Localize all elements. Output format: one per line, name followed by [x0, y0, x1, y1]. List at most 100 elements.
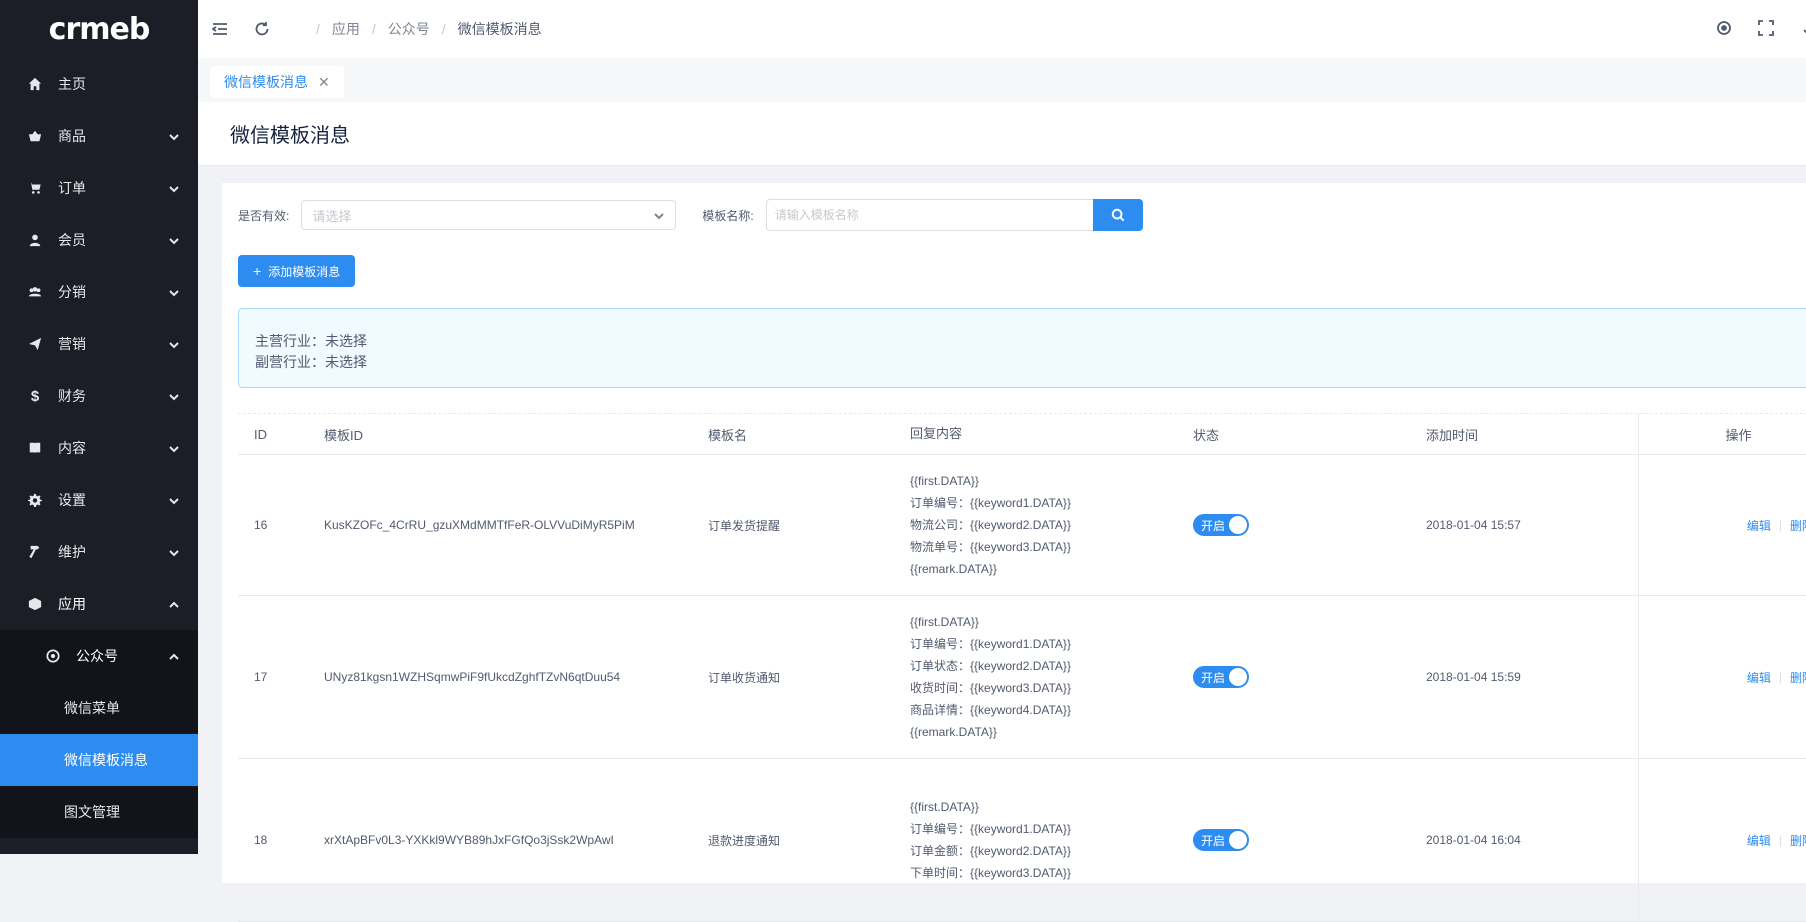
- sidebar-item-home[interactable]: 主页: [0, 58, 198, 110]
- switch-knob: [1229, 668, 1247, 686]
- cell-name: 订单收货通知: [708, 670, 781, 685]
- gear-icon: [26, 491, 44, 509]
- sidebar-item-members[interactable]: 会员: [0, 214, 198, 266]
- submenu-apps: 公众号 微信菜单 微信模板消息 图文管理: [0, 630, 198, 838]
- hammer-icon: [26, 543, 44, 561]
- cell-name: 订单发货提醒: [708, 518, 781, 533]
- close-icon[interactable]: ✕: [318, 74, 330, 91]
- content-line: 下单时间：{{keyword3.DATA}}: [910, 866, 1071, 880]
- content-line: 商品详情：{{keyword4.DATA}}: [910, 703, 1071, 717]
- divider: |: [1778, 833, 1782, 847]
- secondary-industry: 副营行业：未选择: [255, 354, 367, 370]
- sidebar-item-wechat-template[interactable]: 微信模板消息: [0, 734, 198, 786]
- column-header-content: 回复内容: [910, 426, 963, 441]
- sidebar-item-news-management[interactable]: 图文管理: [0, 786, 198, 838]
- sidebar-item-marketing[interactable]: 营销: [0, 318, 198, 370]
- logo[interactable]: crmeb: [0, 0, 198, 58]
- fullscreen-icon[interactable]: [1756, 18, 1776, 38]
- sidebar-item-wechat[interactable]: 公众号: [0, 630, 198, 682]
- sidebar-item-label: 图文管理: [64, 804, 120, 820]
- dollar-icon: $: [30, 387, 40, 405]
- status-switch[interactable]: 开启: [1193, 829, 1249, 851]
- chevron-down-icon: [168, 338, 180, 350]
- switch-label: 开启: [1201, 518, 1226, 533]
- cell-time: 2018-01-04 16:04: [1426, 833, 1521, 847]
- refresh-icon[interactable]: [252, 19, 272, 39]
- sidebar-item-label: 维护: [58, 544, 86, 560]
- menu-fold-icon[interactable]: [210, 19, 230, 39]
- switch-knob: [1229, 516, 1247, 534]
- more-icon[interactable]: [1798, 18, 1806, 38]
- chevron-up-icon: [168, 598, 180, 610]
- edit-link[interactable]: 编辑: [1747, 517, 1771, 534]
- basket-icon: [26, 127, 44, 145]
- sidebar-item-distribution[interactable]: 分销: [0, 266, 198, 318]
- cell-actions: 编辑 | 删除: [1638, 455, 1806, 595]
- column-header-actions: 操作: [1638, 414, 1806, 454]
- sidebar-item-label: 财务: [58, 388, 86, 404]
- search-button[interactable]: [1092, 199, 1143, 231]
- chevron-down-icon: [168, 442, 180, 454]
- breadcrumb-item[interactable]: 公众号: [388, 19, 430, 39]
- send-icon: [26, 335, 44, 353]
- breadcrumb: / 应用 / 公众号 / 微信模板消息: [304, 19, 542, 39]
- cell-status: 开启: [1177, 666, 1410, 688]
- content-line: 订单状态：{{keyword2.DATA}}: [910, 659, 1071, 673]
- status-switch[interactable]: 开启: [1193, 666, 1249, 688]
- table-header: ID 模板ID 模板名 回复内容 状态 添加时间 操作: [238, 414, 1806, 455]
- chevron-down-icon: [168, 494, 180, 506]
- sidebar-item-apps[interactable]: 应用: [0, 578, 198, 630]
- sidebar-item-label: 设置: [58, 492, 86, 508]
- sidebar-item-settings[interactable]: 设置: [0, 474, 198, 526]
- tab-wechat-template[interactable]: 微信模板消息 ✕: [210, 66, 344, 98]
- industry-notice: 主营行业：未选择 副营行业：未选择: [238, 308, 1806, 388]
- record-icon[interactable]: [1714, 18, 1734, 38]
- cell-content: {{first.DATA}} 订单编号：{{keyword1.DATA}} 订单…: [894, 796, 1177, 884]
- breadcrumb-separator: /: [316, 21, 320, 37]
- sidebar-item-maintenance[interactable]: 维护: [0, 526, 198, 578]
- tab-bar: 微信模板消息 ✕: [198, 58, 1806, 102]
- breadcrumb-separator: /: [441, 21, 446, 37]
- sidebar-item-wechat-menu[interactable]: 微信菜单: [0, 682, 198, 734]
- column-header-template-id: 模板ID: [324, 427, 364, 443]
- content-line: 订单编号：{{keyword1.DATA}}: [910, 496, 1071, 510]
- sidebar-item-finance[interactable]: $ 财务: [0, 370, 198, 422]
- status-switch[interactable]: 开启: [1193, 514, 1249, 536]
- cell-name: 退款进度通知: [708, 833, 781, 848]
- edit-link[interactable]: 编辑: [1747, 832, 1771, 849]
- cell-actions: 编辑 | 删除: [1638, 759, 1806, 921]
- content-line: 订单金额：{{keyword2.DATA}}: [910, 844, 1071, 858]
- page-title: 微信模板消息: [230, 125, 350, 147]
- cell-status: 开启: [1177, 829, 1410, 851]
- plus-icon: +: [253, 263, 262, 279]
- valid-select[interactable]: 请选择: [301, 200, 677, 230]
- chevron-down-icon: [168, 390, 180, 402]
- delete-link[interactable]: 删除: [1790, 517, 1806, 534]
- breadcrumb-item[interactable]: 应用: [332, 19, 360, 39]
- home-icon: [26, 75, 44, 93]
- sidebar-item-label: 商品: [58, 128, 86, 144]
- delete-link[interactable]: 删除: [1790, 832, 1806, 849]
- sidebar-item-label: 会员: [58, 232, 86, 248]
- sidebar-item-orders[interactable]: 订单: [0, 162, 198, 214]
- breadcrumb-item-current: 微信模板消息: [457, 21, 542, 37]
- content-line: {{first.DATA}}: [910, 474, 979, 488]
- cell-content: {{first.DATA}} 订单编号：{{keyword1.DATA}} 物流…: [894, 470, 1177, 580]
- content-line: 物流公司：{{keyword2.DATA}}: [910, 518, 1071, 532]
- cube-icon: [26, 595, 44, 613]
- sidebar-item-label: 微信菜单: [64, 700, 120, 716]
- delete-link[interactable]: 删除: [1790, 669, 1806, 686]
- sidebar-item-label: 应用: [58, 596, 86, 612]
- template-name-input[interactable]: [765, 199, 1093, 231]
- page-title-bar: 微信模板消息: [198, 102, 1806, 166]
- sidebar-item-content[interactable]: 内容: [0, 422, 198, 474]
- cell-content: {{first.DATA}} 订单编号：{{keyword1.DATA}} 订单…: [894, 611, 1177, 743]
- chevron-down-icon: [168, 182, 180, 194]
- content-line: 收货时间：{{keyword3.DATA}}: [910, 681, 1071, 695]
- add-template-button[interactable]: + 添加模板消息: [238, 255, 356, 287]
- search-icon: [1111, 208, 1125, 222]
- sidebar-item-goods[interactable]: 商品: [0, 110, 198, 162]
- tab-label: 微信模板消息: [224, 74, 308, 90]
- switch-knob: [1229, 831, 1247, 849]
- edit-link[interactable]: 编辑: [1747, 669, 1771, 686]
